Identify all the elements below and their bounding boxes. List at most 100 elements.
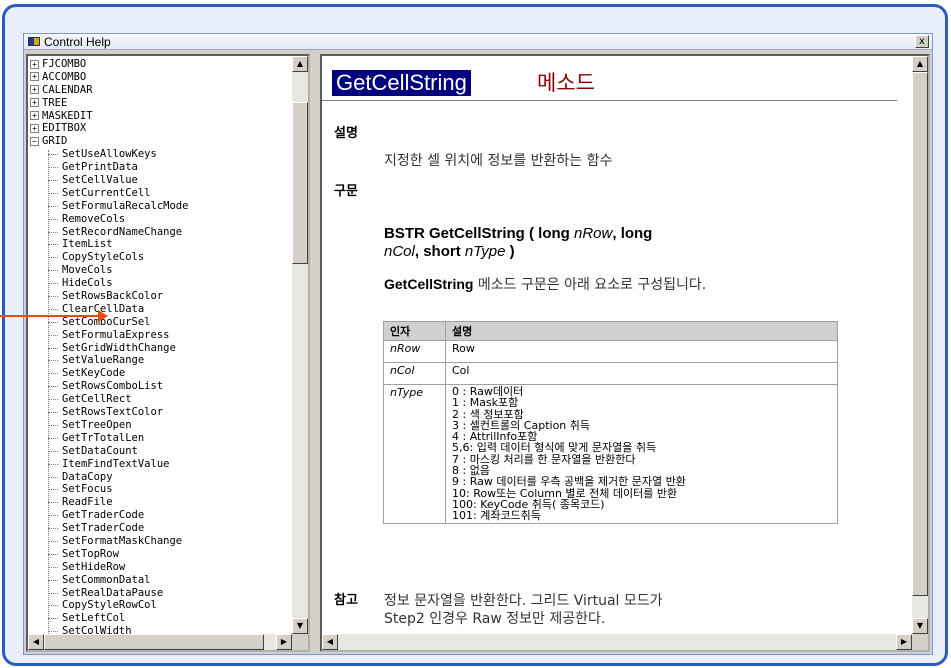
tree-leaf-item[interactable]: SetFormulaRecalcMode bbox=[30, 200, 294, 213]
tree-leaf-item[interactable]: RemoveCols bbox=[30, 213, 294, 226]
syntax-desc-rest: 메소드 구문은 아래 요소로 구성됩니다. bbox=[473, 277, 707, 293]
collapse-icon[interactable]: − bbox=[30, 136, 39, 146]
param-ncol: nCol bbox=[384, 243, 415, 260]
tree-leaf-item[interactable]: DataCopy bbox=[30, 471, 294, 484]
tree-leaf-item[interactable]: SetGridWidthChange bbox=[30, 342, 294, 355]
syntax-signature: BSTR GetCellString ( long nRow, long nCol… bbox=[384, 225, 784, 261]
tree-leaf-item[interactable]: SetLeftCol bbox=[30, 612, 294, 625]
content-scroll-thumb[interactable] bbox=[912, 72, 928, 596]
tree-leaf-item[interactable]: SetFormulaExpress bbox=[30, 329, 294, 342]
tree-leaf-item[interactable]: SetRecordNameChange bbox=[30, 226, 294, 239]
tree-node-label: TREE bbox=[42, 96, 68, 109]
param-desc: Col bbox=[445, 362, 838, 385]
tree-leaf-item[interactable]: SetCellValue bbox=[30, 174, 294, 187]
syntax-mid1: , long bbox=[612, 225, 653, 242]
table-header-desc: 설명 bbox=[445, 321, 838, 341]
title-divider bbox=[322, 100, 897, 101]
tree-leaf-item[interactable]: SetHideRow bbox=[30, 561, 294, 574]
param-name: nType bbox=[383, 384, 446, 524]
tree-horizontal-scrollbar[interactable]: ◀ ▶ bbox=[28, 634, 292, 650]
tree-leaf-item[interactable]: SetRowsTextColor bbox=[30, 406, 294, 419]
table-row: nType 0 : Raw데이터 1 : Mask포함 2 : 색 정보포함 3 : … bbox=[383, 384, 838, 524]
tree-leaf-item[interactable]: HideCols bbox=[30, 277, 294, 290]
tree-leaf-item[interactable]: ItemList bbox=[30, 238, 294, 251]
param-name: nRow bbox=[383, 340, 446, 363]
tree-leaf-item[interactable]: SetFormatMaskChange bbox=[30, 535, 294, 548]
scroll-down-button[interactable]: ▼ bbox=[292, 618, 308, 634]
tree-leaf-item[interactable]: CopyStyleRowCol bbox=[30, 599, 294, 612]
tree-node-grid[interactable]: − GRID bbox=[30, 135, 294, 148]
tree-leaf-item[interactable]: SetTreeOpen bbox=[30, 419, 294, 432]
tree-node[interactable]: + ACCOMBO bbox=[30, 71, 294, 84]
expand-icon[interactable]: + bbox=[30, 72, 39, 82]
expand-icon[interactable]: + bbox=[30, 85, 39, 95]
tree-scroll-thumb[interactable] bbox=[292, 102, 308, 264]
tree-node[interactable]: + FJCOMBO bbox=[30, 58, 294, 71]
tree-connector-line bbox=[48, 150, 49, 640]
tree-node-label: ACCOMBO bbox=[42, 70, 87, 83]
syntax-desc-method: GetCellString bbox=[384, 276, 474, 292]
scroll-corner bbox=[292, 634, 308, 650]
tree-leaf-item[interactable]: GetPrintData bbox=[30, 161, 294, 174]
syntax-mid2: , short bbox=[414, 243, 465, 260]
scroll-up-button[interactable]: ▲ bbox=[292, 56, 308, 72]
parameter-table: 인자 설명 nRow Row nCol Col nType 0 : Raw데이터… bbox=[383, 321, 838, 524]
tree-node[interactable]: + MASKEDIT bbox=[30, 110, 294, 123]
tree-node[interactable]: + EDITBOX bbox=[30, 122, 294, 135]
scroll-down-button[interactable]: ▼ bbox=[912, 618, 928, 634]
param-name: nCol bbox=[383, 362, 446, 385]
param-nrow: nRow bbox=[574, 225, 613, 242]
tree-leaf-item[interactable]: SetCommonDatal bbox=[30, 574, 294, 587]
tree-leaf-item[interactable]: SetValueRange bbox=[30, 354, 294, 367]
tree-leaf-item[interactable]: SetComboCurSel bbox=[30, 316, 294, 329]
expand-icon[interactable]: + bbox=[30, 59, 39, 69]
close-button[interactable]: x bbox=[915, 35, 929, 48]
tree-node[interactable]: + TREE bbox=[30, 97, 294, 110]
method-title-suffix: 메소드 bbox=[537, 71, 595, 95]
note-line-2: Step2 인경우 Raw 정보만 제공한다. bbox=[384, 611, 606, 627]
scroll-left-button[interactable]: ◀ bbox=[322, 634, 338, 650]
tree-node-label: FJCOMBO bbox=[42, 58, 87, 70]
expand-icon[interactable]: + bbox=[30, 98, 39, 108]
tree-node[interactable]: + CALENDAR bbox=[30, 84, 294, 97]
tree-leaf-item[interactable]: GetTrTotalLen bbox=[30, 432, 294, 445]
content-vertical-scrollbar[interactable]: ▲ ▼ bbox=[912, 56, 928, 634]
tree-leaf-item[interactable]: CopyStyleCols bbox=[30, 251, 294, 264]
topic-tree-pane: + FJCOMBO + ACCOMBO + CALENDAR + TREE + MASKEDIT +… bbox=[26, 54, 310, 652]
expand-icon[interactable]: + bbox=[30, 111, 39, 121]
tree-leaf-item[interactable]: SetRowsBackColor bbox=[30, 290, 294, 303]
tree-leaf-item[interactable]: SetCurrentCell bbox=[30, 187, 294, 200]
help-content-pane: GetCellString 메소드 설명 지정한 셀 위치에 정보를 반환하는 … bbox=[320, 54, 930, 652]
note-line-1: 정보 문자열을 반환한다. 그리드 Virtual 모드가 bbox=[384, 593, 663, 609]
scroll-right-button[interactable]: ▶ bbox=[276, 634, 292, 650]
tree-leaf-item[interactable]: SetDataCount bbox=[30, 445, 294, 458]
param-ntype: nType bbox=[464, 243, 506, 260]
tree-leaf-item[interactable]: SetFocus bbox=[30, 483, 294, 496]
tree-leaf-item[interactable]: SetUseAllowKeys bbox=[30, 148, 294, 161]
tree-leaf-item[interactable]: SetKeyCode bbox=[30, 367, 294, 380]
help-document: GetCellString 메소드 설명 지정한 셀 위치에 정보를 반환하는 … bbox=[322, 56, 897, 647]
slide-frame: Control Help x + FJCOMBO + ACCOMBO + CALENDAR… bbox=[2, 4, 948, 666]
tree-leaf-item[interactable]: MoveCols bbox=[30, 264, 294, 277]
scroll-right-button[interactable]: ▶ bbox=[896, 634, 912, 650]
tree-leaf-item[interactable]: SetRealDataPause bbox=[30, 587, 294, 600]
content-horizontal-scrollbar[interactable]: ◀ ▶ bbox=[322, 634, 912, 650]
tree-leaf-item[interactable]: GetCellRect bbox=[30, 393, 294, 406]
expand-icon[interactable]: + bbox=[30, 123, 39, 133]
tree-leaf-item[interactable]: ItemFindTextValue bbox=[30, 458, 294, 471]
tree-leaf-item[interactable]: SetRowsComboList bbox=[30, 380, 294, 393]
tree-hscroll-thumb[interactable] bbox=[44, 634, 264, 650]
tree-node-label: EDITBOX bbox=[42, 122, 87, 135]
scroll-left-button[interactable]: ◀ bbox=[28, 634, 44, 650]
tree-leaf-item[interactable]: SetTraderCode bbox=[30, 522, 294, 535]
tree-leaf-item[interactable]: ClearCellData bbox=[30, 303, 294, 316]
section-syntax-heading: 구문 bbox=[334, 184, 358, 199]
scroll-up-button[interactable]: ▲ bbox=[912, 56, 928, 72]
window-title: Control Help bbox=[44, 34, 111, 49]
table-header-row: 인자 설명 bbox=[383, 321, 838, 341]
annotation-arrow-line bbox=[0, 315, 100, 317]
tree-leaf-item[interactable]: GetTraderCode bbox=[30, 509, 294, 522]
tree-vertical-scrollbar[interactable]: ▲ ▼ bbox=[292, 56, 308, 634]
tree-leaf-item[interactable]: SetTopRow bbox=[30, 548, 294, 561]
tree-leaf-item[interactable]: ReadFile bbox=[30, 496, 294, 509]
